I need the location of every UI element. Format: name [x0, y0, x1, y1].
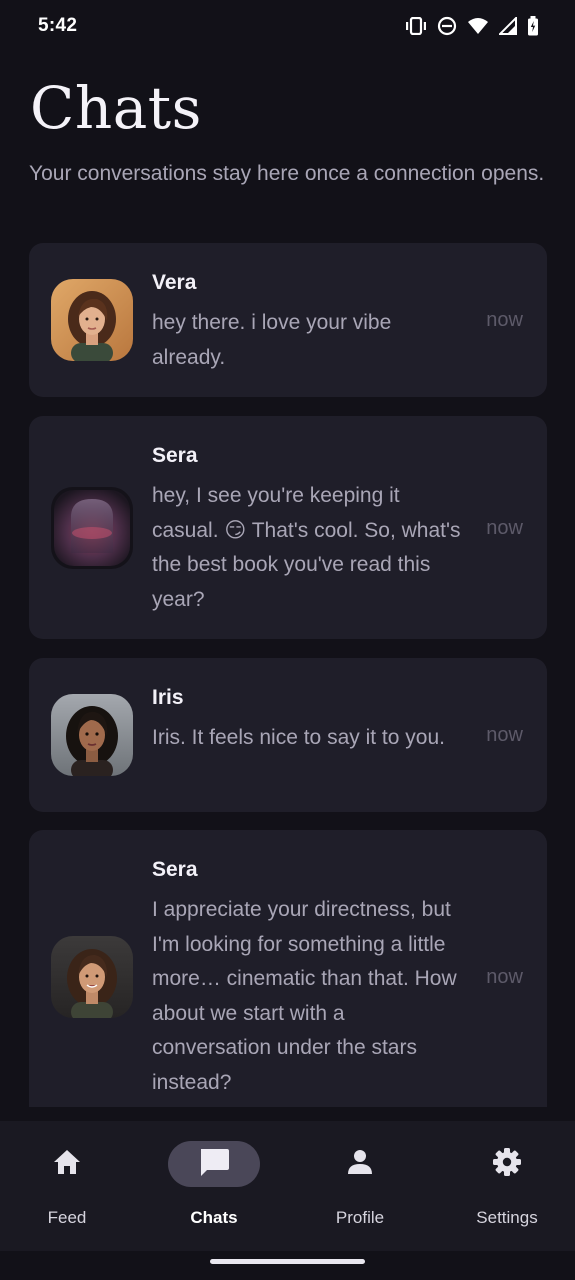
battery-icon — [527, 16, 539, 36]
chat-time: now — [486, 724, 523, 746]
chat-time: now — [486, 309, 523, 331]
chat-item-iris[interactable]: Iris Iris. It feels nice to say it to yo… — [29, 658, 547, 812]
chat-name: Sera — [152, 444, 198, 467]
wifi-icon — [467, 17, 489, 35]
chat-message: Iris. It feels nice to say it to you. — [152, 726, 445, 749]
chat-item-sera[interactable]: Sera hey, I see you're keeping it casual… — [29, 416, 547, 639]
chat-name: Iris — [152, 686, 184, 709]
chat-item-vera[interactable]: Vera hey there. i love your vibe already… — [29, 243, 547, 397]
chat-icon — [198, 1147, 230, 1182]
page-title: Chats — [30, 74, 202, 142]
page-subtitle: Your conversations stay here once a conn… — [29, 162, 545, 185]
nav-item-profile[interactable]: Profile — [290, 1141, 430, 1241]
chat-name: Vera — [152, 271, 197, 294]
status-bar: 5:42 — [0, 0, 575, 52]
chat-time: now — [486, 966, 523, 988]
home-indicator[interactable] — [210, 1259, 365, 1264]
status-icons — [405, 16, 539, 36]
signal-icon — [499, 17, 517, 35]
nav-label: Settings — [476, 1208, 538, 1227]
vibrate-icon — [405, 17, 427, 35]
nav-label: Chats — [190, 1208, 238, 1227]
nav-item-feed[interactable]: Feed — [0, 1141, 137, 1241]
chat-message: hey, I see you're keeping it casual. 😏 T… — [152, 484, 461, 611]
nav-label: Profile — [335, 1208, 385, 1227]
chat-name: Sera — [152, 858, 198, 881]
avatar — [51, 694, 133, 776]
avatar — [51, 279, 133, 361]
avatar — [51, 487, 133, 569]
chat-item-sera-2[interactable]: Sera I appreciate your directness, but I… — [29, 830, 547, 1107]
home-icon — [52, 1148, 82, 1181]
person-icon — [346, 1148, 374, 1181]
avatar — [51, 936, 133, 1018]
nav-pill — [21, 1141, 113, 1187]
chat-message: I appreciate your directness, but I'm lo… — [152, 898, 457, 1094]
chat-time: now — [486, 517, 523, 539]
nav-pill-active — [168, 1141, 260, 1187]
nav-pill — [461, 1141, 553, 1187]
bottom-nav: Feed Chats Profile Settings — [0, 1121, 575, 1251]
do-not-disturb-icon — [437, 16, 457, 36]
nav-item-settings[interactable]: Settings — [437, 1141, 575, 1241]
chat-list[interactable]: Vera hey there. i love your vibe already… — [29, 243, 547, 1107]
nav-label: Feed — [47, 1208, 87, 1227]
chat-message: hey there. i love your vibe already. — [152, 311, 392, 369]
nav-item-chats[interactable]: Chats — [144, 1141, 284, 1241]
chats-screen: 5:42 Chats Your conversations stay here … — [0, 0, 575, 1280]
status-time: 5:42 — [38, 15, 78, 36]
nav-pill — [314, 1141, 406, 1187]
gear-icon — [492, 1147, 522, 1182]
